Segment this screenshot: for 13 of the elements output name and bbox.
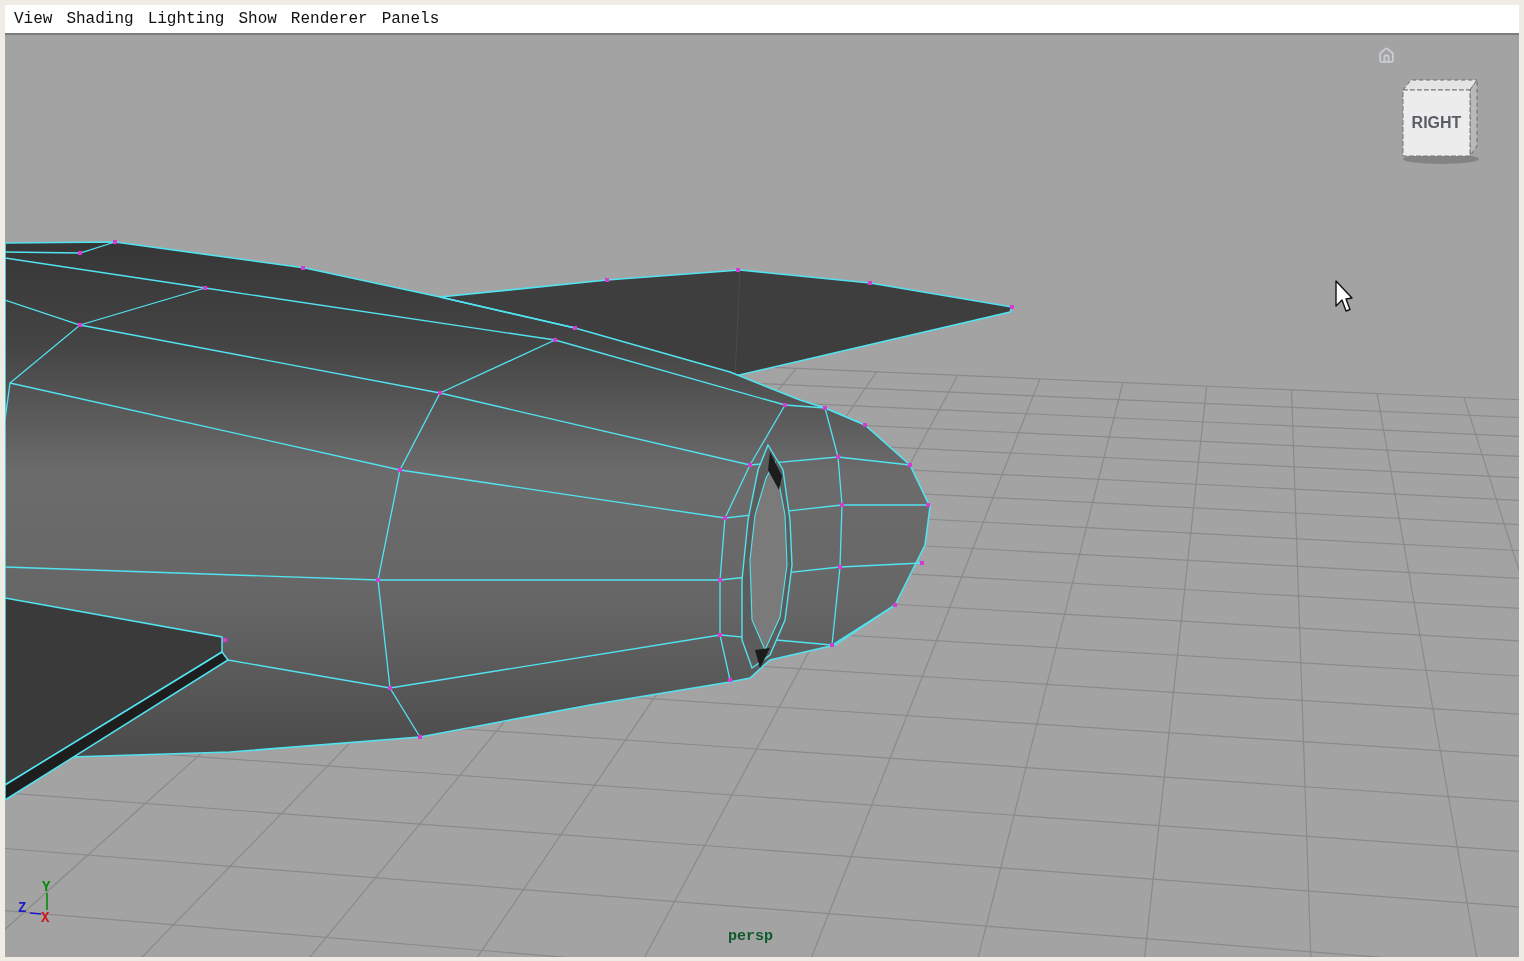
axis-label: Z <box>18 901 27 915</box>
3d-viewport[interactable]: RIGHT Y Z X persp <box>5 35 1519 957</box>
airplane-model-drawing[interactable] <box>5 240 1014 802</box>
menu-item[interactable]: View <box>12 8 55 30</box>
menu-item[interactable]: Lighting <box>145 8 227 30</box>
camera-name-label: persp <box>728 929 773 944</box>
axis-label: Y <box>42 880 51 894</box>
menu-item[interactable]: Renderer <box>288 8 370 30</box>
mouse-cursor-icon <box>1335 280 1353 313</box>
axis-label: X <box>41 911 50 925</box>
menu-item[interactable]: Shading <box>64 8 136 30</box>
menu-item[interactable]: Show <box>236 8 279 30</box>
menu-item[interactable]: Panels <box>379 8 442 30</box>
